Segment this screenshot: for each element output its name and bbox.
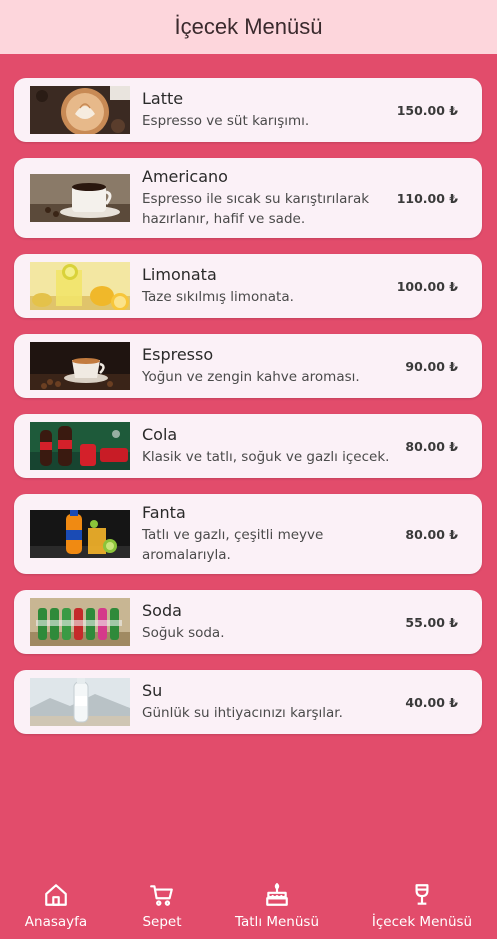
nav-item-cart[interactable]: Sepet — [130, 880, 194, 930]
latte-image — [30, 86, 130, 134]
item-description: Espresso ve süt karışımı. — [142, 113, 310, 129]
item-description: Yoğun ve zengin kahve aroması. — [142, 369, 360, 385]
item-price: 90.00 ₺ — [405, 358, 458, 374]
drink-icon — [415, 884, 429, 905]
item-description: Soğuk soda. — [142, 625, 225, 641]
cake-icon — [266, 883, 288, 906]
nav-item-dessert-menu[interactable]: Tatlı Menüsü — [234, 880, 320, 930]
list-item-cola[interactable]: Cola Klasik ve tatlı, soğuk ve gazlı içe… — [14, 414, 482, 478]
soda-image — [30, 598, 130, 646]
item-name: Americano — [142, 167, 228, 186]
nav-label-drink-menu: İçecek Menüsü — [371, 914, 473, 930]
page-title: İçecek Menüsü — [174, 14, 323, 39]
item-description: Tatlı ve gazlı, çeşitli meyve aromalarıy… — [142, 527, 324, 563]
item-name: Fanta — [142, 503, 186, 522]
item-price: 110.00 ₺ — [396, 190, 458, 206]
item-description: Günlük su ihtiyacınızı karşılar. — [142, 705, 343, 721]
app-bar: İçecek Menüsü — [0, 0, 497, 54]
limonata-image — [30, 262, 130, 310]
nav-label-home: Anasayfa — [24, 914, 88, 930]
item-description: Taze sıkılmış limonata. — [142, 289, 294, 305]
list-item-su[interactable]: Su Günlük su ihtiyacınızı karşılar. 40.0… — [14, 670, 482, 734]
item-price: 150.00 ₺ — [396, 102, 458, 118]
nav-label-cart: Sepet — [142, 914, 182, 930]
su-image — [30, 678, 130, 726]
item-name: Soda — [142, 601, 182, 620]
item-name: Latte — [142, 89, 184, 108]
item-price: 80.00 ₺ — [405, 526, 458, 542]
nav-item-drink-menu[interactable]: İçecek Menüsü — [370, 880, 474, 930]
list-item-fanta[interactable]: Fanta Tatlı ve gazlı, çeşitli meyve arom… — [14, 494, 482, 574]
nav-item-home[interactable]: Anasayfa — [24, 880, 88, 930]
drink-list: Latte Espresso ve süt karışımı. 150.00 ₺… — [14, 78, 482, 750]
item-name: Su — [142, 681, 163, 700]
list-item-soda[interactable]: Soda Soğuk soda. 55.00 ₺ — [14, 590, 482, 654]
home-icon — [45, 884, 67, 906]
list-item-limonata[interactable]: Limonata Taze sıkılmış limonata. 100.00 … — [14, 254, 482, 318]
fanta-image — [30, 510, 130, 558]
list-item-latte[interactable]: Latte Espresso ve süt karışımı. 150.00 ₺ — [14, 78, 482, 142]
cola-image — [30, 422, 130, 470]
nav-label-dessert-menu: Tatlı Menüsü — [234, 914, 320, 930]
item-name: Limonata — [142, 265, 217, 284]
list-item-espresso[interactable]: Espresso Yoğun ve zengin kahve aroması. … — [14, 334, 482, 398]
item-name: Cola — [142, 425, 178, 444]
item-price: 40.00 ₺ — [405, 694, 458, 710]
item-description: Espresso ile sıcak su karıştırılarak haz… — [142, 191, 370, 227]
espresso-image — [30, 342, 130, 390]
americano-image — [30, 174, 130, 222]
item-price: 55.00 ₺ — [405, 614, 458, 630]
item-name: Espresso — [142, 345, 214, 364]
list-item-americano[interactable]: Americano Espresso ile sıcak su karıştır… — [14, 158, 482, 238]
item-description: Klasik ve tatlı, soğuk ve gazlı içecek. — [142, 449, 390, 465]
cart-icon — [150, 885, 173, 906]
bottom-navigation: Anasayfa Sepet Tatlı Menüsü İçecek Menüs… — [0, 880, 497, 939]
item-price: 80.00 ₺ — [405, 438, 458, 454]
item-price: 100.00 ₺ — [396, 278, 458, 294]
